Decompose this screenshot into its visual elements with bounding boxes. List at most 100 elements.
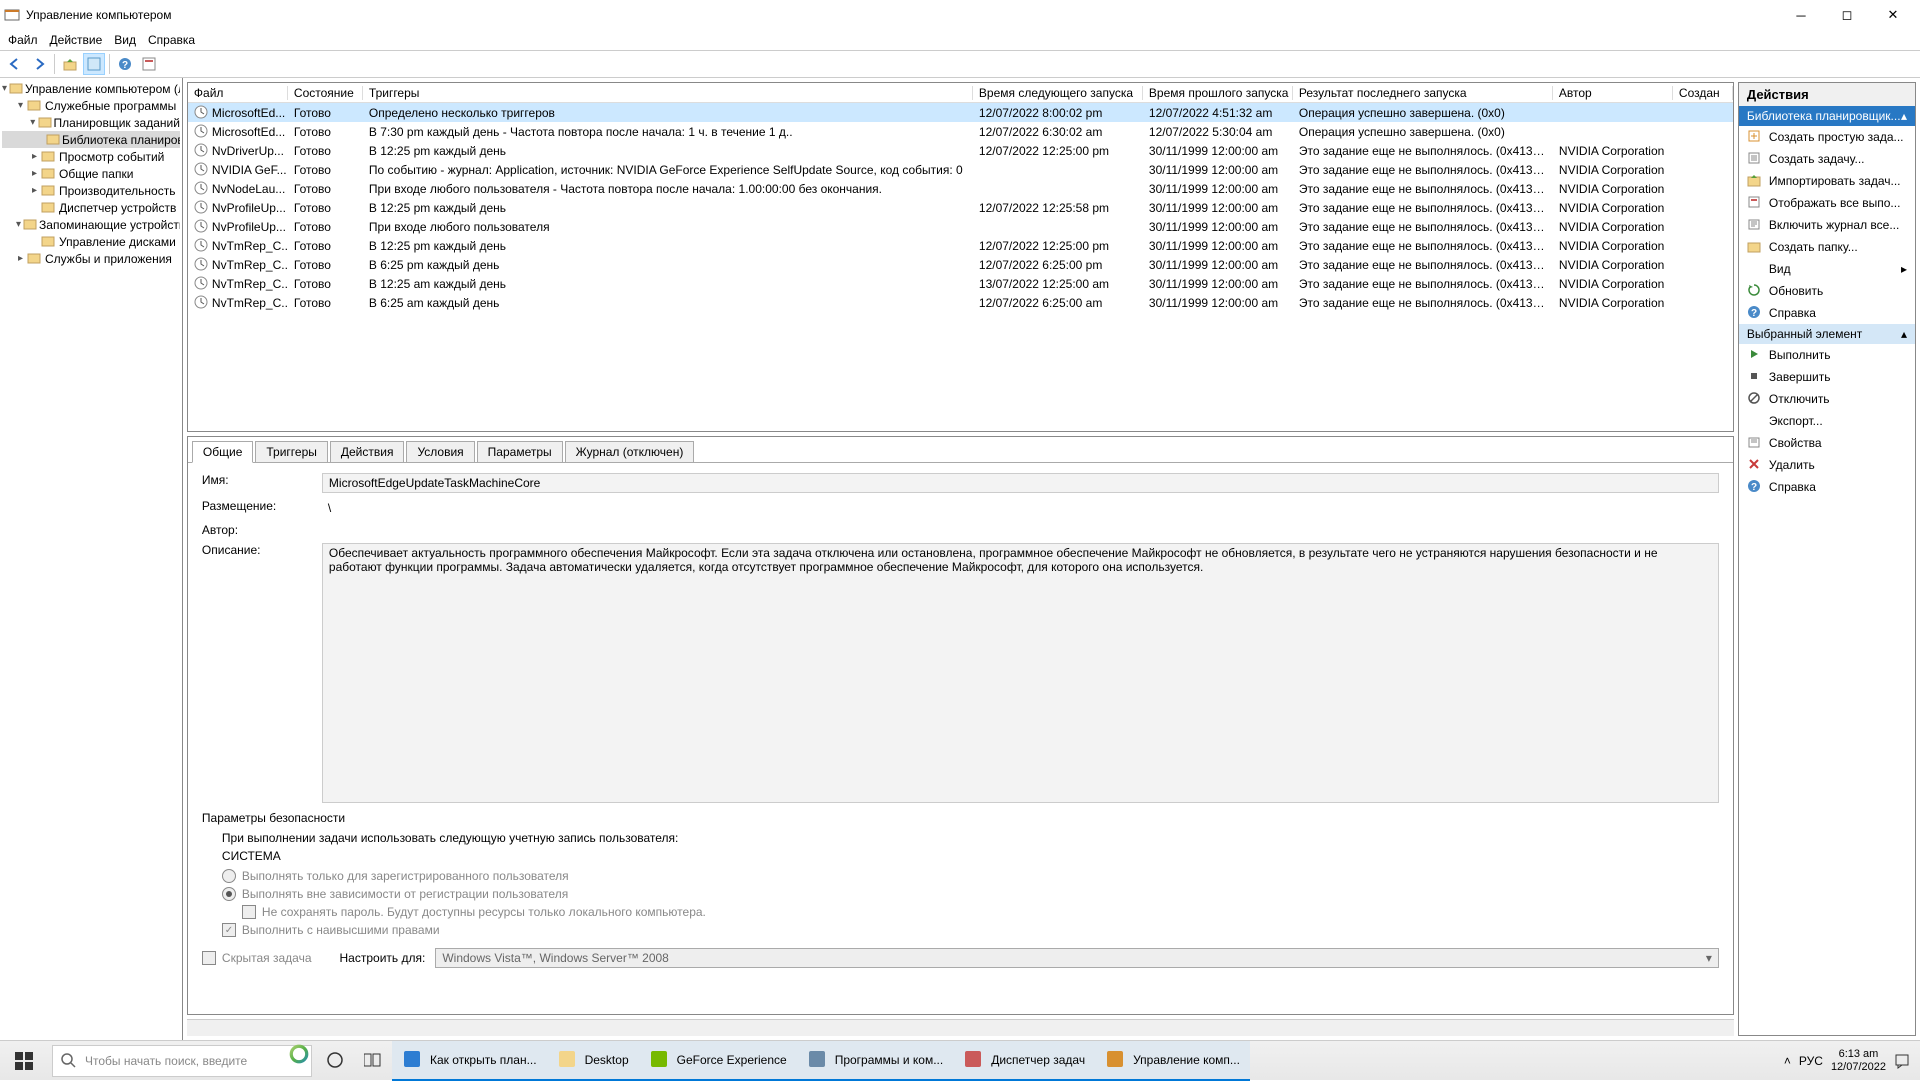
menu-view[interactable]: Вид (114, 33, 136, 47)
action-item[interactable]: Отключить (1739, 388, 1915, 410)
tree-item[interactable]: ▸Производительность (2, 182, 180, 199)
action-item[interactable]: Вид▸ (1739, 258, 1915, 280)
search-placeholder: Чтобы начать поиск, введите (85, 1054, 247, 1068)
forward-button[interactable] (28, 53, 50, 75)
action-item[interactable]: Отображать все выпо... (1739, 192, 1915, 214)
tree-item[interactable]: ▾Служебные программы (2, 97, 180, 114)
tab-general[interactable]: Общие (192, 441, 253, 463)
cortana-button[interactable] (316, 1041, 354, 1081)
author-label: Автор: (202, 523, 322, 537)
action-item[interactable]: Выполнить (1739, 344, 1915, 366)
taskbar-app[interactable]: Управление комп... (1095, 1041, 1250, 1081)
task-row[interactable]: NvTmRep_C... Готово В 6:25 am каждый ден… (188, 293, 1733, 312)
task-row[interactable]: NVIDIA GeF... Готово По событию - журнал… (188, 160, 1733, 179)
action-item[interactable]: Удалить (1739, 454, 1915, 476)
toolbar-icon-2[interactable] (138, 53, 160, 75)
menu-help[interactable]: Справка (148, 33, 195, 47)
action-item[interactable]: Свойства (1739, 432, 1915, 454)
help-icon[interactable]: ? (114, 53, 136, 75)
tree-item[interactable]: ▸Службы и приложения (2, 250, 180, 267)
collapse-icon: ▴ (1901, 109, 1907, 123)
taskbar-app[interactable]: Диспетчер задач (953, 1041, 1095, 1081)
tab-conditions[interactable]: Условия (406, 441, 474, 462)
task-row[interactable]: NvProfileUp... Готово В 12:25 pm каждый … (188, 198, 1733, 217)
action-item[interactable]: Обновить (1739, 280, 1915, 302)
task-row[interactable]: NvDriverUp... Готово В 12:25 pm каждый д… (188, 141, 1733, 160)
tree-item[interactable]: Библиотека планировщика заданий (2, 131, 180, 148)
toolbar: ? (0, 50, 1920, 78)
task-row[interactable]: NvTmRep_C... Готово В 6:25 pm каждый ден… (188, 255, 1733, 274)
window-title: Управление компьютером (26, 8, 1778, 22)
task-row[interactable]: MicrosoftEd... Готово В 7:30 pm каждый д… (188, 122, 1733, 141)
taskbar-app[interactable]: Desktop (547, 1041, 639, 1081)
security-title: Параметры безопасности (202, 811, 1719, 825)
configure-for-dropdown[interactable]: Windows Vista™, Windows Server™ 2008▾ (435, 948, 1719, 968)
tray-clock[interactable]: 6:13 am 12/07/2022 (1831, 1048, 1886, 1074)
minimize-button[interactable]: ─ (1778, 1, 1824, 29)
action-item[interactable]: Импортировать задач... (1739, 170, 1915, 192)
tree-item[interactable]: ▾Запоминающие устройства (2, 216, 180, 233)
col-last[interactable]: Время прошлого запуска (1143, 86, 1293, 100)
action-item[interactable]: Создать папку... (1739, 236, 1915, 258)
col-result[interactable]: Результат последнего запуска (1293, 86, 1553, 100)
task-row[interactable]: MicrosoftEd... Готово Определено несколь… (188, 103, 1733, 122)
taskview-button[interactable] (354, 1041, 392, 1081)
actions-group-library[interactable]: Библиотека планировщик...▴ (1739, 106, 1915, 126)
tab-actions[interactable]: Действия (330, 441, 405, 462)
taskbar-app[interactable]: Программы и ком... (797, 1041, 954, 1081)
action-item[interactable]: Экспорт... (1739, 410, 1915, 432)
tree-item[interactable]: ▸Общие папки (2, 165, 180, 182)
tab-settings[interactable]: Параметры (477, 441, 563, 462)
toolbar-icon-1[interactable] (83, 53, 105, 75)
navigation-tree[interactable]: ▾Управление компьютером (локальным)▾Служ… (0, 78, 183, 1040)
tree-item[interactable]: Диспетчер устройств (2, 199, 180, 216)
back-button[interactable] (4, 53, 26, 75)
tab-triggers[interactable]: Триггеры (255, 441, 328, 462)
svg-text:?: ? (1751, 308, 1757, 319)
col-file[interactable]: Файл (188, 86, 288, 100)
col-next[interactable]: Время следующего запуска (973, 86, 1143, 100)
col-state[interactable]: Состояние (288, 86, 363, 100)
menubar: Файл Действие Вид Справка (0, 30, 1920, 50)
start-button[interactable] (0, 1041, 48, 1081)
check-hidden: Скрытая задача (202, 951, 312, 965)
tree-item[interactable]: Управление дисками (2, 233, 180, 250)
action-item[interactable]: ?Справка (1739, 302, 1915, 324)
up-folder-button[interactable] (59, 53, 81, 75)
taskbar-app[interactable]: GeForce Experience (639, 1041, 797, 1081)
task-row[interactable]: NvNodeLau... Готово При входе любого пол… (188, 179, 1733, 198)
action-item[interactable]: Создать простую зада... (1739, 126, 1915, 148)
search-box[interactable]: Чтобы начать поиск, введите (52, 1045, 312, 1077)
col-triggers[interactable]: Триггеры (363, 86, 973, 100)
tab-history[interactable]: Журнал (отключен) (565, 441, 695, 462)
maximize-button[interactable]: ◻ (1824, 1, 1870, 29)
task-row[interactable]: NvTmRep_C... Готово В 12:25 am каждый де… (188, 274, 1733, 293)
task-row[interactable]: NvProfileUp... Готово При входе любого п… (188, 217, 1733, 236)
menu-action[interactable]: Действие (50, 33, 103, 47)
actions-group-selected[interactable]: Выбранный элемент▴ (1739, 324, 1915, 344)
name-field[interactable]: MicrosoftEdgeUpdateTaskMachineCore (322, 473, 1719, 493)
tray-language[interactable]: РУС (1799, 1054, 1823, 1068)
tree-item[interactable]: ▸Просмотр событий (2, 148, 180, 165)
action-item[interactable]: ?Справка (1739, 476, 1915, 498)
taskbar-app[interactable]: Как открыть план... (392, 1041, 547, 1081)
tray-chevron-icon[interactable]: ˄ (1784, 1054, 1791, 1068)
task-row[interactable]: NvTmRep_C... Готово В 12:25 pm каждый де… (188, 236, 1733, 255)
tree-item[interactable]: ▾Планировщик заданий (2, 114, 180, 131)
action-item[interactable]: Включить журнал все... (1739, 214, 1915, 236)
taskbar: Чтобы начать поиск, введите Как открыть … (0, 1040, 1920, 1080)
horizontal-scrollbar[interactable] (187, 1019, 1734, 1036)
location-value: \ (322, 499, 1719, 517)
action-item[interactable]: Создать задачу... (1739, 148, 1915, 170)
close-button[interactable]: ✕ (1870, 1, 1916, 29)
action-item[interactable]: Завершить (1739, 366, 1915, 388)
col-created[interactable]: Создан (1673, 86, 1733, 100)
col-author[interactable]: Автор (1553, 86, 1673, 100)
tree-item[interactable]: ▾Управление компьютером (локальным) (2, 80, 180, 97)
description-field[interactable]: Обеспечивает актуальность программного о… (322, 543, 1719, 803)
svg-text:?: ? (122, 60, 128, 71)
notification-icon[interactable] (1894, 1053, 1910, 1069)
name-label: Имя: (202, 473, 322, 487)
radio-whether-logged: Выполнять вне зависимости от регистрации… (222, 887, 1719, 901)
menu-file[interactable]: Файл (8, 33, 38, 47)
